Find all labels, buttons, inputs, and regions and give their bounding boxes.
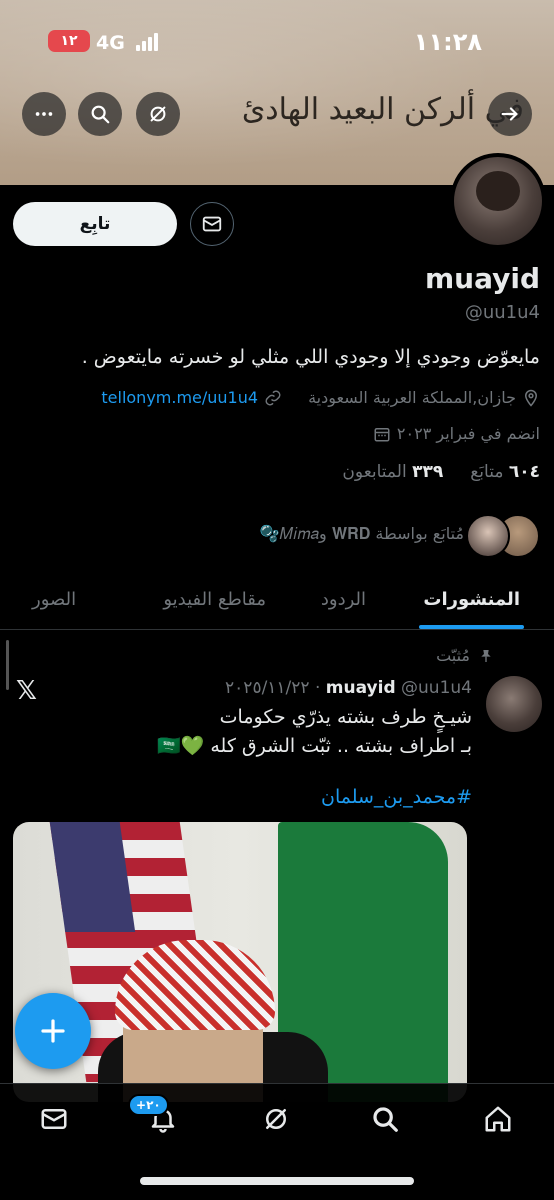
post-text-line-2: بـ اطراف بشته .. ثبّت الشرق كله 💚🇸🇦	[157, 735, 472, 757]
nav-grok[interactable]	[259, 1102, 293, 1136]
search-button[interactable]	[78, 92, 122, 136]
active-tab-indicator	[419, 625, 524, 629]
following-link[interactable]: ٦٠٤ متابَع	[470, 462, 540, 482]
follow-button[interactable]: تابِع	[13, 202, 177, 246]
profile-meta-location-link: جازان,المملكة العربية السعودية tellonym.…	[101, 388, 540, 407]
nav-home[interactable]	[481, 1102, 515, 1136]
post-header: muayid @uu1u4 · ٢٠٢٥/١١/٢٢	[225, 678, 472, 698]
tab-posts[interactable]: المنشورات	[423, 589, 520, 610]
status-time: ١١:٢٨	[413, 28, 482, 56]
x-logo-icon: 𝕏	[16, 676, 37, 706]
followers-link[interactable]: ٣٣٩ المتابعون	[342, 462, 443, 482]
profile-name: muayid	[424, 262, 540, 295]
mail-icon	[202, 216, 222, 232]
post-text-line-1: شيـخٍ طرف بشته يذرّي حكومات	[219, 706, 472, 728]
status-bar: ١٢ 4G ١١:٢٨	[0, 0, 554, 80]
post-author[interactable]: muayid	[326, 678, 396, 698]
follower-avatar	[466, 514, 510, 558]
post-hashtag[interactable]: #محمد_بن_سلمان	[321, 786, 472, 808]
back-button[interactable]	[488, 92, 532, 136]
plus-icon	[41, 1019, 65, 1043]
arrow-right-icon	[501, 107, 518, 121]
followed-by-text[interactable]: مُتابَع بواسطة 𝐖𝐑𝐃 و𝑀𝑖𝑚𝑎🫧	[260, 524, 464, 544]
pinned-label: مُثبّت	[436, 646, 470, 665]
grok-icon	[150, 106, 166, 122]
following-label: متابَع	[470, 462, 504, 482]
profile-joined: انضم في فبراير ٢٠٢٣	[396, 424, 540, 443]
mail-icon	[41, 1109, 67, 1129]
followers-label: المتابعون	[342, 462, 407, 482]
calendar-icon	[374, 427, 390, 441]
followers-count: ٣٣٩	[412, 462, 444, 482]
post-avatar[interactable]	[486, 676, 542, 732]
scroll-indicator	[6, 640, 9, 690]
tab-replies[interactable]: الردود	[321, 589, 366, 610]
tab-videos[interactable]: مقاطع الفيديو	[163, 589, 266, 610]
follow-counts: ٦٠٤ متابَع ٣٣٩ المتابعون	[342, 462, 540, 482]
network-label: 4G	[96, 32, 125, 54]
following-count: ٦٠٤	[508, 462, 540, 482]
profile-location: جازان,المملكة العربية السعودية	[308, 388, 516, 407]
nav-messages[interactable]	[37, 1102, 71, 1136]
profile-handle: @uu1u4	[464, 302, 540, 323]
battery-indicator: ١٢	[48, 30, 90, 52]
profile-link[interactable]: tellonym.me/uu1u4	[101, 388, 258, 407]
notifications-badge: +٢٠	[128, 1094, 169, 1116]
tab-photos[interactable]: الصور	[32, 589, 76, 610]
search-icon	[373, 1107, 398, 1132]
message-button[interactable]	[190, 202, 234, 246]
home-indicator[interactable]	[140, 1177, 414, 1185]
pin-icon	[481, 649, 491, 662]
profile-bio: مايعوّض وجودي إلا وجودي اللي مثلي لو خسر…	[81, 346, 540, 368]
more-icon	[35, 112, 53, 116]
more-button[interactable]	[22, 92, 66, 136]
grok-icon	[266, 1109, 286, 1129]
search-icon	[91, 105, 110, 124]
link-icon	[265, 390, 281, 405]
banner-calligraphy: في ألركن البعيد الهادئ	[241, 92, 524, 127]
location-icon	[524, 389, 538, 407]
post-image[interactable]	[13, 822, 467, 1102]
profile-tabs: المنشورات الردود مقاطع الفيديو الصور	[0, 575, 554, 630]
home-icon	[485, 1106, 511, 1132]
pinned-label-row: مُثبّت	[436, 646, 494, 665]
signal-icon	[136, 33, 160, 51]
profile-joined-row: انضم في فبراير ٢٠٢٣	[373, 424, 540, 443]
compose-button[interactable]	[15, 993, 91, 1069]
grok-button[interactable]	[136, 92, 180, 136]
profile-avatar[interactable]	[450, 153, 546, 249]
nav-search[interactable]	[368, 1102, 402, 1136]
